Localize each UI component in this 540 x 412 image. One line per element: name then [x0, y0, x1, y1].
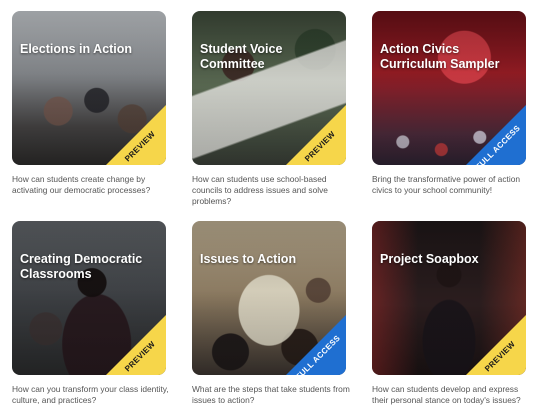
card-description: How can you transform your class identit…	[12, 384, 169, 405]
card-image-link[interactable]: Issues to Action FULL ACCESS	[192, 221, 346, 375]
card-description: Bring the transformative power of action…	[372, 174, 521, 195]
card-student-voice-committee[interactable]: Student Voice Committee PREVIEW How can …	[192, 11, 346, 207]
card-image-link[interactable]: Student Voice Committee PREVIEW	[192, 11, 346, 165]
card-description: How can students develop and express the…	[372, 384, 521, 405]
card-project-soapbox[interactable]: Project Soapbox PREVIEW How can students…	[372, 221, 526, 406]
card-issues-to-action[interactable]: Issues to Action FULL ACCESS What are th…	[192, 221, 350, 406]
card-title: Action Civics Curriculum Sampler	[380, 42, 500, 71]
curriculum-grid: Elections in Action PREVIEW How can stud…	[0, 0, 540, 412]
card-image-link[interactable]: Action Civics Curriculum Sampler FULL AC…	[372, 11, 526, 165]
card-title: Elections in Action	[20, 42, 133, 56]
card-title: Project Soapbox	[380, 252, 479, 266]
card-creating-democratic-classrooms[interactable]: Creating Democratic Classrooms PREVIEW H…	[12, 221, 169, 406]
card-elections-in-action[interactable]: Elections in Action PREVIEW How can stud…	[12, 11, 166, 196]
card-title: Issues to Action	[200, 252, 297, 266]
card-action-civics-curriculum-sampler[interactable]: Action Civics Curriculum Sampler FULL AC…	[372, 11, 526, 196]
card-description: How can students use school-based counci…	[192, 174, 328, 206]
card-image-link[interactable]: Elections in Action PREVIEW	[12, 11, 166, 165]
card-image-link[interactable]: Project Soapbox PREVIEW	[372, 221, 526, 375]
card-image-link[interactable]: Creating Democratic Classrooms PREVIEW	[12, 221, 166, 375]
card-description: What are the steps that take students fr…	[192, 384, 350, 405]
card-description: How can students create change by activa…	[12, 174, 151, 195]
card-title: Creating Democratic Classrooms	[20, 252, 143, 281]
card-title: Student Voice Committee	[200, 42, 283, 71]
